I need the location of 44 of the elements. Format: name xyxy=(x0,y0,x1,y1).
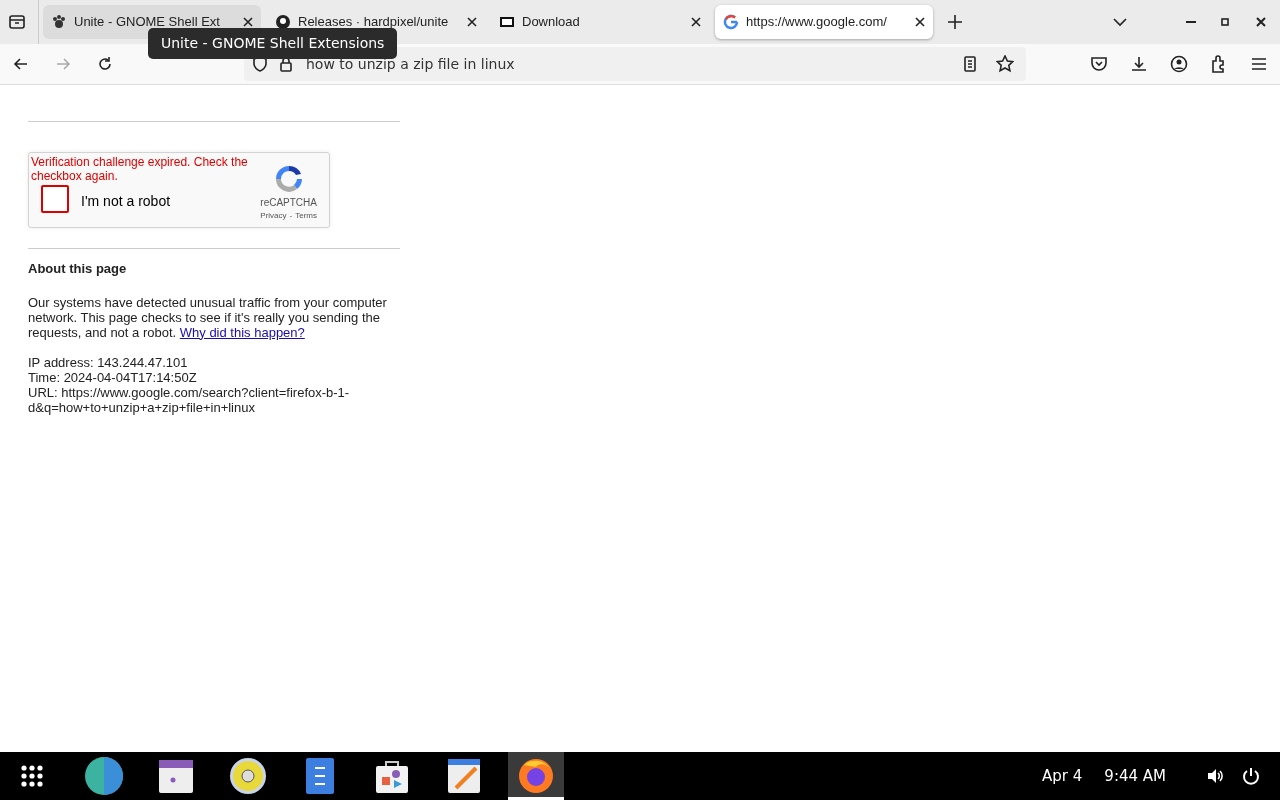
browser-tab[interactable]: https://www.google.com/ xyxy=(715,5,933,39)
checkbox[interactable] xyxy=(41,185,69,213)
detail-text: URL: https://www.google.com/search?client=firefox-b-1-d&q=how+to+unzip+a+zip+file+in+linux xyxy=(28,384,351,415)
tooltip: Unite - GNOME Shell Extensions xyxy=(148,28,398,59)
power-icon xyxy=(1242,767,1260,785)
account-icon xyxy=(1170,55,1188,73)
globe-icon xyxy=(84,756,124,796)
checkbox-label: I'm not a robot xyxy=(81,192,171,211)
document-icon xyxy=(962,56,978,72)
detail-text: Time: 2024-04-04T17:14:50Z xyxy=(28,369,198,385)
close-icon xyxy=(243,17,253,27)
menu-icon xyxy=(1250,55,1268,73)
reload-icon xyxy=(96,55,114,73)
pocket-icon xyxy=(1090,55,1108,73)
download-icon xyxy=(1130,55,1148,73)
speaker-icon xyxy=(228,756,268,796)
detail-text: IP address: 143.244.47.101 xyxy=(28,354,189,370)
date-text: Apr 4 xyxy=(1042,765,1083,787)
separator-text: - xyxy=(289,210,293,222)
close-icon xyxy=(1254,15,1268,29)
star-icon xyxy=(996,55,1014,73)
close-icon xyxy=(915,17,925,27)
folder-icon xyxy=(8,13,26,31)
volume-icon xyxy=(1206,767,1224,785)
brand-label: reCAPTCHA xyxy=(260,196,317,210)
maximize-icon xyxy=(1218,15,1232,29)
app-grid-icon xyxy=(18,762,46,790)
taskbar-app[interactable] xyxy=(508,752,564,800)
close-icon xyxy=(691,17,701,27)
help-link[interactable]: Why did this happen? xyxy=(179,324,305,340)
section-heading: About this page xyxy=(28,260,128,278)
error-message: Verification challenge expired. Check the checkbox again. xyxy=(31,155,249,183)
close-icon xyxy=(467,17,477,27)
minimize-icon xyxy=(1186,21,1196,23)
browser-tab[interactable]: Download xyxy=(491,5,709,39)
address-bar[interactable]: how to unzip a zip file in linux xyxy=(244,47,1026,81)
g-icon xyxy=(723,14,739,30)
paragraph: Our systems have detected unusual traffic from your computer network. This page checks to see if it's really you sending the requests, and not a robot. Why did this happen? xyxy=(28,294,388,340)
lock-icon xyxy=(278,56,294,72)
terms-link[interactable]: Terms xyxy=(295,210,317,222)
plus-icon xyxy=(947,14,963,30)
paw-icon xyxy=(51,14,67,30)
privacy-link[interactable]: Privacy xyxy=(260,210,287,222)
clock-text: 9:44 AM xyxy=(1104,765,1166,787)
